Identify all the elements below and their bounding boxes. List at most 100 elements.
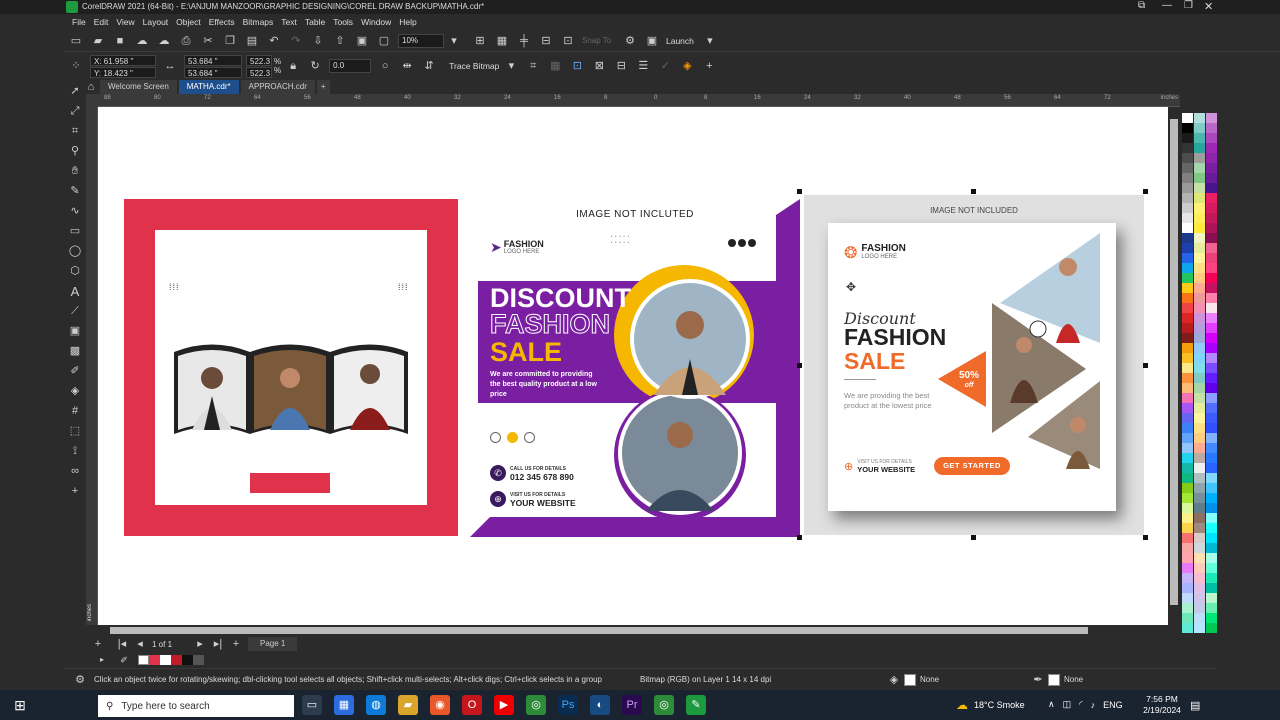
palette-swatch[interactable] [1182, 343, 1193, 353]
palette-swatch[interactable] [1206, 623, 1217, 633]
home-icon[interactable]: ⌂ [84, 80, 98, 94]
palette-swatch[interactable] [1182, 243, 1193, 253]
palette-swatch[interactable] [1182, 623, 1193, 633]
palette-swatch[interactable] [1182, 583, 1193, 593]
crop-bitmap-icon[interactable]: ⌗ [525, 58, 541, 74]
palette-swatch[interactable] [1194, 503, 1205, 513]
swatch-white[interactable] [160, 655, 171, 665]
connector-tool-icon[interactable]: ⟟ [64, 444, 86, 459]
palette-swatch[interactable] [1194, 213, 1205, 223]
print-icon[interactable]: ⎙ [178, 33, 194, 49]
palette-swatch[interactable] [1206, 613, 1217, 623]
chevron-down-icon[interactable]: ▾ [446, 33, 462, 49]
rectangle-tool-icon[interactable]: ▭ [64, 224, 86, 239]
y-position-field[interactable]: Y: 18.423 " [90, 66, 156, 78]
palette-swatch[interactable] [1206, 283, 1217, 293]
palette-swatch[interactable] [1206, 203, 1217, 213]
palette-swatch[interactable] [1182, 603, 1193, 613]
palette-swatch[interactable] [1182, 133, 1193, 143]
palette-swatch[interactable] [1194, 303, 1205, 313]
menu-view[interactable]: View [116, 17, 134, 27]
ellipse-tool-icon[interactable]: ◯ [64, 244, 86, 259]
add-icon[interactable]: + [701, 58, 717, 74]
import-icon[interactable]: ⇩ [310, 33, 326, 49]
edge-icon[interactable]: ◍ [366, 695, 386, 715]
palette-swatch[interactable] [1206, 423, 1217, 433]
menu-tools[interactable]: Tools [333, 17, 353, 27]
palette-swatch[interactable] [1206, 253, 1217, 263]
menu-table[interactable]: Table [305, 17, 325, 27]
chevron-down-icon[interactable]: ▾ [702, 33, 718, 49]
swatch-grey[interactable] [193, 655, 204, 665]
palette-swatch[interactable] [1182, 493, 1193, 503]
layers-icon[interactable]: ◈ [679, 58, 695, 74]
show-guides-icon[interactable]: ╪ [516, 33, 532, 49]
zoom-tool-icon[interactable]: ⚲ [64, 144, 86, 159]
cloud-icon[interactable]: ☁ [156, 33, 172, 49]
palette-swatch[interactable] [1194, 313, 1205, 323]
firefox-icon[interactable]: ◉ [430, 695, 450, 715]
palette-swatch[interactable] [1182, 453, 1193, 463]
snap-to-dropdown[interactable]: Snap To [582, 36, 614, 45]
swatch-none[interactable] [138, 655, 149, 665]
parallel-dimension-icon[interactable]: ⟋ [64, 304, 86, 319]
palette-swatch[interactable] [1182, 403, 1193, 413]
pan-tool-icon[interactable]: ✋︎ [64, 164, 86, 179]
palette-swatch[interactable] [1182, 203, 1193, 213]
wrap-text-icon[interactable]: ☰ [635, 58, 651, 74]
palette-swatch[interactable] [1194, 583, 1205, 593]
menu-text[interactable]: Text [281, 17, 297, 27]
palette-swatch[interactable] [1182, 333, 1193, 343]
selection-handle[interactable] [797, 363, 802, 368]
save-icon[interactable]: ■ [112, 33, 128, 49]
palette-swatch[interactable] [1194, 423, 1205, 433]
palette-swatch[interactable] [1182, 193, 1193, 203]
vertical-ruler[interactable]: inches [86, 107, 98, 625]
palette-swatch[interactable] [1206, 463, 1217, 473]
volume-icon[interactable]: ♪ [1091, 700, 1096, 710]
palette-swatch[interactable] [1182, 113, 1193, 123]
palette-swatch[interactable] [1206, 383, 1217, 393]
palette-swatch[interactable] [1182, 523, 1193, 533]
tab-matha[interactable]: MATHA.cdr* [178, 80, 239, 94]
palette-swatch[interactable] [1206, 173, 1217, 183]
palette-swatch[interactable] [1194, 143, 1205, 153]
palette-swatch[interactable] [1206, 163, 1217, 173]
restore-icon[interactable]: ⧉ [1138, 0, 1145, 11]
add-page-icon[interactable]: + [90, 636, 106, 652]
snap-icon[interactable]: ⊡ [560, 33, 576, 49]
new-document-icon[interactable]: ▭ [68, 33, 84, 49]
palette-swatch[interactable] [1182, 473, 1193, 483]
palette-swatch[interactable] [1206, 373, 1217, 383]
palette-swatch[interactable] [1194, 593, 1205, 603]
palette-swatch[interactable] [1182, 553, 1193, 563]
palette-swatch[interactable] [1206, 493, 1217, 503]
zoom-level-field[interactable]: 10% [398, 33, 444, 48]
trace-bitmap-button[interactable]: Trace Bitmap [449, 61, 499, 71]
design-red-frame[interactable]: ⁞⁞⁞ ⁞⁞⁞ [124, 199, 458, 536]
palette-swatch[interactable] [1206, 273, 1217, 283]
swatch-dark-red[interactable] [171, 655, 182, 665]
slider-dot-active[interactable] [507, 432, 518, 443]
launch-dropdown[interactable]: Launch [666, 36, 694, 46]
mirror-vertical-icon[interactable]: ⇵ [421, 58, 437, 74]
crop-tool-icon[interactable]: ⌗ [64, 124, 86, 139]
first-page-icon[interactable]: |◂ [114, 636, 130, 652]
horizontal-scrollbar[interactable] [98, 625, 1180, 636]
palette-swatch[interactable] [1206, 233, 1217, 243]
palette-swatch[interactable] [1194, 473, 1205, 483]
menu-effects[interactable]: Effects [209, 17, 235, 27]
selection-handle[interactable] [971, 535, 976, 540]
palette-swatch[interactable] [1206, 483, 1217, 493]
palette-swatch[interactable] [1182, 183, 1193, 193]
chevron-down-icon[interactable]: ▾ [503, 58, 519, 74]
menu-help[interactable]: Help [399, 17, 416, 27]
microsoft-store-icon[interactable]: ▦ [334, 695, 354, 715]
palette-swatch[interactable] [1194, 373, 1205, 383]
tab-welcome-screen[interactable]: Welcome Screen [100, 80, 177, 94]
palette-swatch[interactable] [1182, 593, 1193, 603]
palette-swatch[interactable] [1194, 353, 1205, 363]
chrome-icon[interactable]: ◎ [526, 695, 546, 715]
palette-swatch[interactable] [1206, 433, 1217, 443]
height-field[interactable]: 53.684 " [184, 66, 242, 78]
